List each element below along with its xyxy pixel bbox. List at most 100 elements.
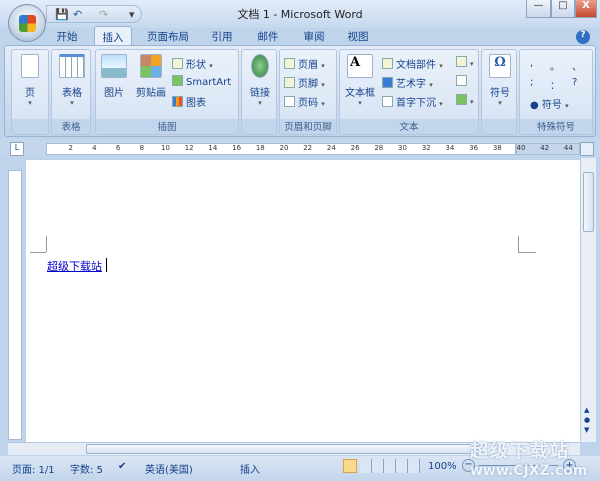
tab-mailings[interactable]: 邮件 [250,26,286,46]
ruler-number: 22 [303,144,313,152]
browse-object-icon[interactable]: ● [584,416,590,424]
ruler-number: 42 [540,144,550,152]
table-button[interactable]: 表格 ▾ [56,54,88,107]
group-links: 链接 ▾ [241,49,277,135]
next-page-icon[interactable]: ▼ [584,426,589,434]
proofing-icon[interactable]: ✔ [118,461,126,472]
link-globe-icon [251,54,269,78]
date-time-button[interactable] [456,75,470,88]
ruler-number: 2 [68,144,73,152]
undo-icon[interactable]: ↶ [73,8,82,21]
picture-label: 图片 [104,88,124,99]
shapes-button[interactable]: 形状 ▾ [172,56,213,71]
ruler-number: 40 [516,144,526,152]
omega-icon: Ω [489,54,511,78]
language[interactable]: 英语(美国) [145,461,193,476]
customize-qat-icon[interactable]: ▾ [129,8,135,21]
header-icon [284,58,295,69]
object-button[interactable]: ▾ [456,94,474,107]
ruler-number: 30 [398,144,407,152]
group-label [12,119,48,134]
ruler-number: 26 [350,144,360,152]
scroll-thumb[interactable] [583,172,594,232]
ribbon: 页 ▾ 表格 ▾ 表格 图片 剪贴画 形状 ▾ SmartArt 图表 插图 链接 ▾… [4,45,596,137]
redo-icon[interactable]: ↷ [99,8,108,21]
maximize-button[interactable]: □ [551,0,575,18]
tab-review[interactable]: 审阅 [296,26,332,46]
footer-button[interactable]: 页脚 ▾ [284,75,325,90]
office-button[interactable] [8,4,46,42]
page-icon [21,54,39,78]
ribbon-tabs: 开始 插入 页面布局 引用 邮件 审阅 视图 ? [0,26,600,46]
hscroll-thumb[interactable] [86,444,478,454]
word-count[interactable]: 字数: 5 [70,461,103,476]
print-layout-icon[interactable] [343,459,357,473]
ruler-number: 44 [563,144,573,152]
special-symbol-button[interactable]: ● 符号 ▾ [530,96,569,111]
ruler-number: 6 [115,144,121,152]
special-char[interactable]: 、 [572,58,582,73]
group-label-special: 特殊符号 [520,119,592,134]
crop-mark [518,236,519,252]
special-char[interactable]: , [530,58,533,69]
tab-references[interactable]: 引用 [204,26,240,46]
picture-button[interactable]: 图片 [100,54,128,99]
zoom-level[interactable]: 100% [428,461,457,472]
tab-selector-button[interactable]: L [10,142,24,156]
special-char[interactable]: ; [530,77,533,88]
crop-mark [518,252,536,253]
signature-line-button[interactable]: ▾ [456,56,474,69]
picture-icon [101,54,127,78]
quickparts-button[interactable]: 文档部件 ▾ [382,56,443,71]
links-button[interactable]: 链接 ▾ [246,54,274,107]
special-char[interactable]: 。 [550,58,560,73]
ruler-number: 34 [445,144,455,152]
tab-view[interactable]: 视图 [340,26,376,46]
tab-page-layout[interactable]: 页面布局 [142,26,194,46]
clipart-label: 剪贴画 [136,88,166,99]
ruler-number: 18 [255,144,265,152]
chart-button[interactable]: 图表 [172,94,206,109]
textbox-button[interactable]: A 文本框 ▾ [342,54,378,107]
vertical-ruler[interactable] [8,170,22,440]
group-label-text: 文本 [340,119,478,134]
quickparts-icon [382,58,393,69]
group-table: 表格 ▾ 表格 [51,49,91,135]
dropcap-button[interactable]: 首字下沉 ▾ [382,94,443,109]
document-page[interactable] [26,160,580,442]
view-buttons[interactable] [360,459,420,473]
prev-page-icon[interactable]: ▲ [584,406,589,414]
insert-mode[interactable]: 插入 [240,461,260,476]
vertical-scrollbar[interactable]: ▲ ● ▼ [580,158,596,442]
help-icon[interactable]: ? [576,30,590,44]
quick-access-toolbar: 💾 ↶ ↷ ▾ [46,5,142,23]
tab-insert[interactable]: 插入 [94,26,132,46]
textbox-icon: A [347,54,373,78]
save-icon[interactable]: 💾 [55,8,69,21]
chart-icon [172,96,183,107]
special-char[interactable]: ： [550,77,560,92]
page-count[interactable]: 页面: 1/1 [12,461,55,476]
shapes-icon [172,58,183,69]
signature-icon [456,56,467,67]
crop-mark [46,236,47,252]
group-label-table: 表格 [52,119,90,134]
ruler-number: 8 [139,144,145,152]
ruler-number: 14 [208,144,218,152]
group-label [242,119,276,134]
tab-home[interactable]: 开始 [46,26,88,46]
view-ruler-button[interactable] [580,142,594,156]
close-button[interactable]: X [575,0,597,18]
symbol-button[interactable]: Ω 符号 ▾ [486,54,514,107]
page-number-button[interactable]: 页码 ▾ [284,94,325,109]
dropcap-icon [382,96,393,107]
ruler-number: 10 [161,144,170,152]
header-button[interactable]: 页眉 ▾ [284,56,325,71]
minimize-button[interactable]: — [526,0,551,18]
wordart-button[interactable]: 艺术字 ▾ [382,75,433,90]
document-text-link[interactable]: 超级下载站 [47,258,102,274]
pages-button[interactable]: 页 ▾ [17,54,43,107]
clipart-button[interactable]: 剪贴画 [134,54,168,99]
smartart-button[interactable]: SmartArt [172,75,231,88]
special-char[interactable]: ? [572,77,577,88]
